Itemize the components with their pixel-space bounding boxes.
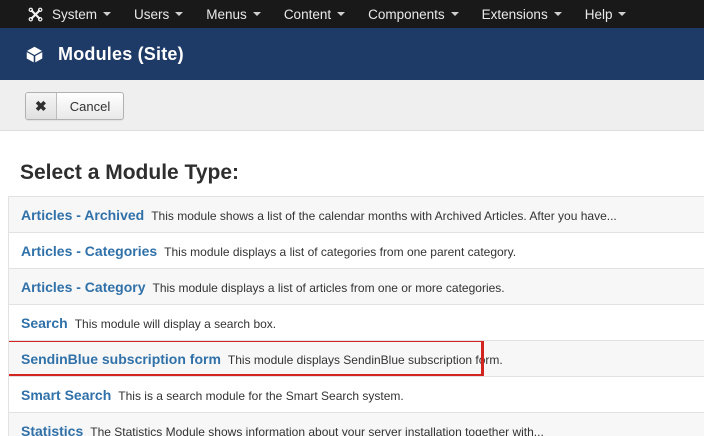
chevron-down-icon: [554, 12, 562, 16]
module-type-link[interactable]: Articles - Archived: [21, 207, 144, 223]
module-row-articles-archived: Articles - Archived This module shows a l…: [9, 197, 704, 233]
module-row-search: Search This module will display a search …: [9, 305, 704, 341]
chevron-down-icon: [337, 12, 345, 16]
cancel-button[interactable]: ✖ Cancel: [25, 92, 124, 120]
chevron-down-icon: [618, 12, 626, 16]
joomla-logo-icon: [28, 7, 43, 22]
module-row-statistics: Statistics The Statistics Module shows in…: [9, 413, 704, 436]
menu-item-label: Help: [585, 7, 613, 22]
page-header: Modules (Site): [0, 28, 704, 80]
menu-item-label: Menus: [206, 7, 247, 22]
chevron-down-icon: [253, 12, 261, 16]
module-cube-icon: [25, 45, 44, 64]
page-title: Modules (Site): [58, 44, 184, 65]
module-description: This module displays a list of articles …: [152, 281, 504, 295]
module-description: This module will display a search box.: [75, 317, 276, 331]
menu-item-label: Components: [368, 7, 445, 22]
menu-item-menus[interactable]: Menus: [206, 0, 261, 28]
module-description: The Statistics Module shows information …: [90, 425, 544, 436]
module-row-articles-category: Articles - Category This module displays …: [9, 269, 704, 305]
admin-menu-items: System Users Menus Content Components Ex…: [52, 0, 649, 28]
admin-menu-bar: System Users Menus Content Components Ex…: [0, 0, 704, 28]
module-type-link[interactable]: Smart Search: [21, 387, 111, 403]
module-type-link[interactable]: SendinBlue subscription form: [21, 351, 221, 367]
menu-item-label: Extensions: [482, 7, 548, 22]
chevron-down-icon: [451, 12, 459, 16]
module-description: This is a search module for the Smart Se…: [118, 389, 403, 403]
module-type-link[interactable]: Search: [21, 315, 68, 331]
menu-item-extensions[interactable]: Extensions: [482, 0, 562, 28]
module-type-link[interactable]: Statistics: [21, 423, 83, 436]
menu-item-label: Content: [284, 7, 331, 22]
module-type-link[interactable]: Articles - Categories: [21, 243, 157, 259]
menu-item-help[interactable]: Help: [585, 0, 627, 28]
close-icon: ✖: [26, 93, 57, 119]
menu-item-components[interactable]: Components: [368, 0, 459, 28]
menu-item-system[interactable]: System: [52, 0, 111, 28]
joomla-admin-modules-page: System Users Menus Content Components Ex…: [0, 0, 704, 436]
chevron-down-icon: [175, 12, 183, 16]
menu-item-label: Users: [134, 7, 169, 22]
module-description: This module displays SendinBlue subscrip…: [228, 353, 503, 367]
cancel-button-label: Cancel: [57, 93, 123, 119]
module-type-link[interactable]: Articles - Category: [21, 279, 145, 295]
module-row-smart-search: Smart Search This is a search module for …: [9, 377, 704, 413]
menu-item-content[interactable]: Content: [284, 0, 345, 28]
module-row-sendinblue-subscription-form: SendinBlue subscription form This module …: [9, 341, 704, 377]
module-description: This module displays a list of categorie…: [164, 245, 516, 259]
module-type-list: Articles - Archived This module shows a l…: [8, 196, 704, 436]
menu-item-label: System: [52, 7, 97, 22]
module-description: This module shows a list of the calendar…: [151, 209, 617, 223]
chevron-down-icon: [103, 12, 111, 16]
module-row-articles-categories: Articles - Categories This module display…: [9, 233, 704, 269]
main-content: Select a Module Type: Articles - Archive…: [0, 161, 704, 436]
toolbar: ✖ Cancel: [0, 80, 704, 131]
menu-item-users[interactable]: Users: [134, 0, 183, 28]
page-heading: Select a Module Type:: [20, 161, 704, 185]
